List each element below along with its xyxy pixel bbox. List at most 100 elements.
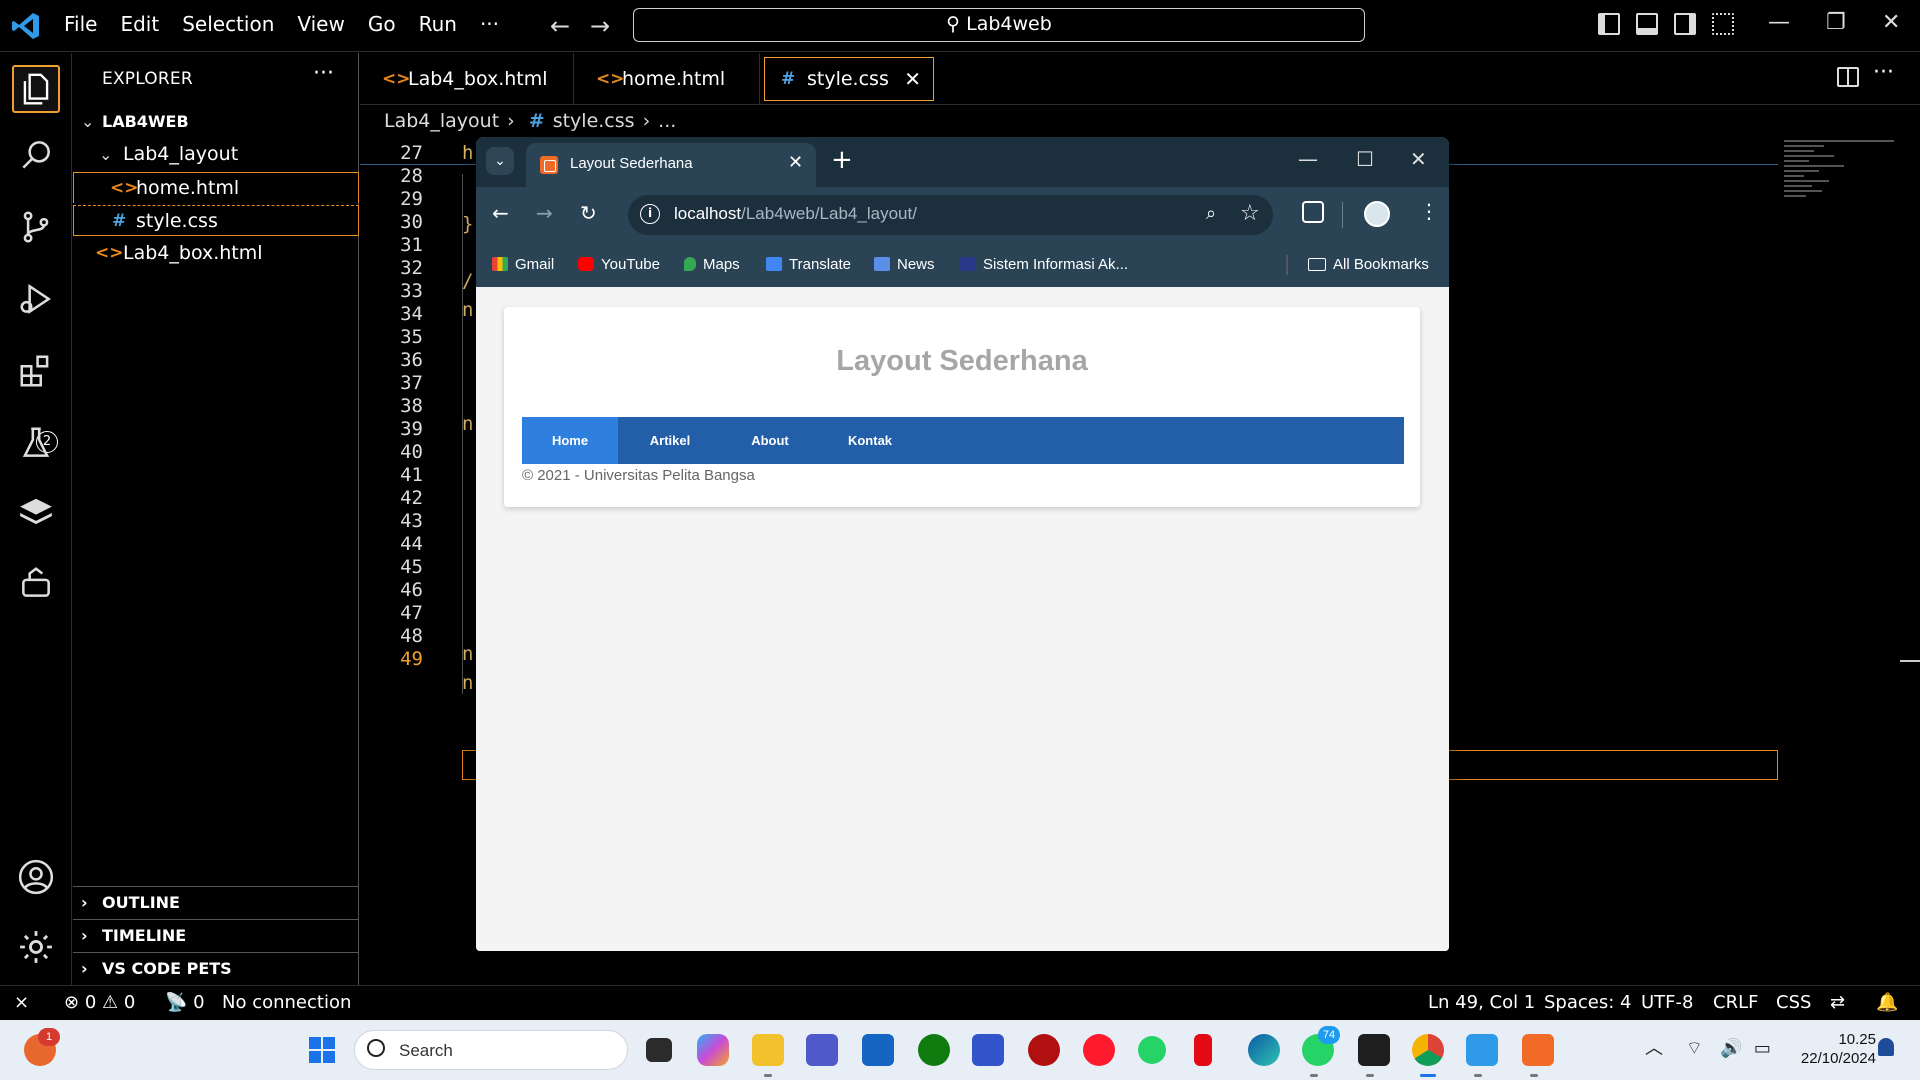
menu-selection[interactable]: Selection	[182, 12, 274, 36]
breadcrumb-folder[interactable]: Lab4_layout	[384, 110, 499, 132]
toggle-secondary-sidebar-icon[interactable]	[1674, 13, 1696, 35]
wifi-icon[interactable]: ⌔	[1686, 1038, 1703, 1059]
site-info-icon[interactable]: i	[640, 204, 660, 224]
timeline-section[interactable]: › TIMELINE	[73, 919, 359, 952]
profile-avatar[interactable]	[1364, 201, 1390, 227]
extensions-icon[interactable]	[12, 347, 60, 395]
windows-start-icon[interactable]	[306, 1034, 338, 1066]
task-view-icon[interactable]	[646, 1038, 672, 1062]
nav-artikel[interactable]: Artikel	[622, 417, 718, 464]
forward-arrow-icon[interactable]: →	[536, 201, 553, 225]
cursor-position[interactable]: Ln 49, Col 1	[1428, 986, 1535, 1019]
language-mode[interactable]: CSS	[1776, 986, 1811, 1019]
browser-tab-active[interactable]: Layout Sederhana ✕	[526, 143, 816, 187]
file-style-css[interactable]: # style.css	[73, 205, 359, 236]
notification-bell-icon[interactable]	[1878, 1038, 1894, 1056]
new-tab-plus-icon[interactable]: +	[831, 145, 853, 175]
file-explorer-icon[interactable]	[752, 1034, 784, 1066]
split-editor-icon[interactable]	[1837, 67, 1859, 87]
back-arrow-icon[interactable]: ←	[492, 201, 509, 225]
remote-indicator-icon[interactable]: ⨯	[14, 986, 29, 1019]
bookmark-star-icon[interactable]: ☆	[1240, 201, 1260, 226]
tab-home-html[interactable]: <> home.html	[574, 53, 760, 105]
clock[interactable]: 10.25 22/10/2024	[1788, 1030, 1876, 1068]
toggle-primary-sidebar-icon[interactable]	[1598, 13, 1620, 35]
microsoft-store-icon[interactable]	[862, 1034, 894, 1066]
folder-lab4-layout[interactable]: ⌄ Lab4_layout	[73, 139, 359, 170]
maximize-icon[interactable]: ☐	[1356, 147, 1374, 171]
source-control-icon[interactable]	[12, 203, 60, 251]
close-icon[interactable]: ✕	[1882, 10, 1900, 35]
customize-layout-icon[interactable]	[1712, 13, 1734, 35]
address-bar[interactable]: i localhost/Lab4web/Lab4_layout/ ⌕ ☆	[628, 195, 1273, 235]
menu-edit[interactable]: Edit	[120, 12, 159, 36]
app-icon[interactable]	[972, 1034, 1004, 1066]
nav-kontak[interactable]: Kontak	[822, 417, 918, 464]
system-tray[interactable]: ︿ ⌔ 🔊 ▭	[1645, 1034, 1771, 1060]
copilot-icon[interactable]	[697, 1034, 729, 1066]
vscode-taskbar-icon[interactable]	[1466, 1034, 1498, 1066]
taskbar-search[interactable]: Search	[354, 1030, 628, 1070]
editor-more-button[interactable]: ···	[1873, 60, 1894, 85]
menu-file[interactable]: File	[64, 12, 97, 36]
figma-icon[interactable]	[1358, 1034, 1390, 1066]
battery-icon[interactable]: ▭	[1754, 1038, 1771, 1059]
sync-icon[interactable]: ⇄	[1830, 986, 1845, 1019]
notifications-bell-icon[interactable]: 🔔	[1876, 986, 1898, 1019]
explorer-more-button[interactable]: ···	[313, 61, 334, 86]
bookmark-news[interactable]: News	[874, 256, 935, 273]
chrome-icon[interactable]	[1412, 1034, 1444, 1066]
bookmark-sistem-informasi[interactable]: Sistem Informasi Ak...	[960, 256, 1128, 273]
chevron-up-icon[interactable]: ︿	[1645, 1038, 1663, 1059]
bookmark-gmail[interactable]: Gmail	[492, 256, 554, 273]
bookmark-translate[interactable]: Translate	[766, 256, 851, 273]
netflix-icon[interactable]	[1194, 1034, 1212, 1066]
nav-about[interactable]: About	[722, 417, 818, 464]
all-bookmarks-button[interactable]: All Bookmarks	[1308, 256, 1429, 273]
close-tab-icon[interactable]: ✕	[788, 152, 803, 173]
teams-icon[interactable]	[806, 1034, 838, 1066]
outline-section[interactable]: › OUTLINE	[73, 886, 359, 919]
xbox-icon[interactable]	[918, 1034, 950, 1066]
run-debug-icon[interactable]	[12, 275, 60, 323]
url-text[interactable]: localhost/Lab4web/Lab4_layout/	[674, 204, 917, 224]
minimize-icon[interactable]: —	[1768, 10, 1790, 35]
explorer-icon[interactable]	[12, 65, 60, 113]
account-icon[interactable]	[12, 853, 60, 901]
line-endings[interactable]: CRLF	[1713, 986, 1758, 1019]
vscode-pets-section[interactable]: › VS CODE PETS	[73, 952, 359, 985]
bookmark-youtube[interactable]: YouTube	[578, 256, 660, 273]
back-arrow-icon[interactable]: ←	[550, 12, 570, 40]
menu-run[interactable]: Run	[419, 12, 457, 36]
layers-icon[interactable]	[12, 489, 60, 537]
browser-menu-icon[interactable]: ⋮	[1419, 199, 1439, 223]
reload-icon[interactable]: ↻	[580, 201, 597, 225]
file-lab4-box-html[interactable]: <> Lab4_box.html	[73, 238, 359, 269]
ports-indicator[interactable]: 📡 0	[165, 986, 205, 1019]
file-home-html[interactable]: <> home.html	[73, 172, 359, 203]
indentation[interactable]: Spaces: 4	[1544, 986, 1631, 1019]
restore-icon[interactable]: ❐	[1826, 10, 1846, 35]
xampp-icon[interactable]	[1522, 1034, 1554, 1066]
forward-arrow-icon[interactable]: →	[590, 12, 610, 40]
workspace-folder[interactable]: ⌄ LAB4WEB	[73, 106, 359, 137]
bookmark-maps[interactable]: Maps	[684, 256, 740, 273]
tab-search-dropdown-icon[interactable]: ⌄	[486, 147, 514, 175]
search-icon[interactable]	[12, 131, 60, 179]
tab-style-css[interactable]: # style.css ✕	[764, 57, 934, 101]
menu-go[interactable]: Go	[368, 12, 396, 36]
settings-gear-icon[interactable]	[12, 923, 60, 971]
breadcrumb-symbol[interactable]: ...	[658, 110, 676, 132]
command-center[interactable]: ⚲ Lab4web	[633, 8, 1365, 42]
connection-status[interactable]: No connection	[222, 986, 351, 1019]
close-tab-icon[interactable]: ✕	[904, 58, 921, 100]
toggle-panel-icon[interactable]	[1636, 13, 1658, 35]
zoom-icon[interactable]: ⌕	[1206, 203, 1216, 224]
close-icon[interactable]: ✕	[1410, 147, 1427, 171]
app-red-icon[interactable]	[1028, 1034, 1060, 1066]
edge-icon[interactable]	[1248, 1034, 1280, 1066]
tab-lab4-box-html[interactable]: <> Lab4_box.html	[360, 53, 574, 105]
minimap[interactable]	[1784, 140, 1904, 240]
nav-home[interactable]: Home	[522, 417, 618, 464]
breadcrumb-file[interactable]: style.css	[553, 110, 635, 132]
